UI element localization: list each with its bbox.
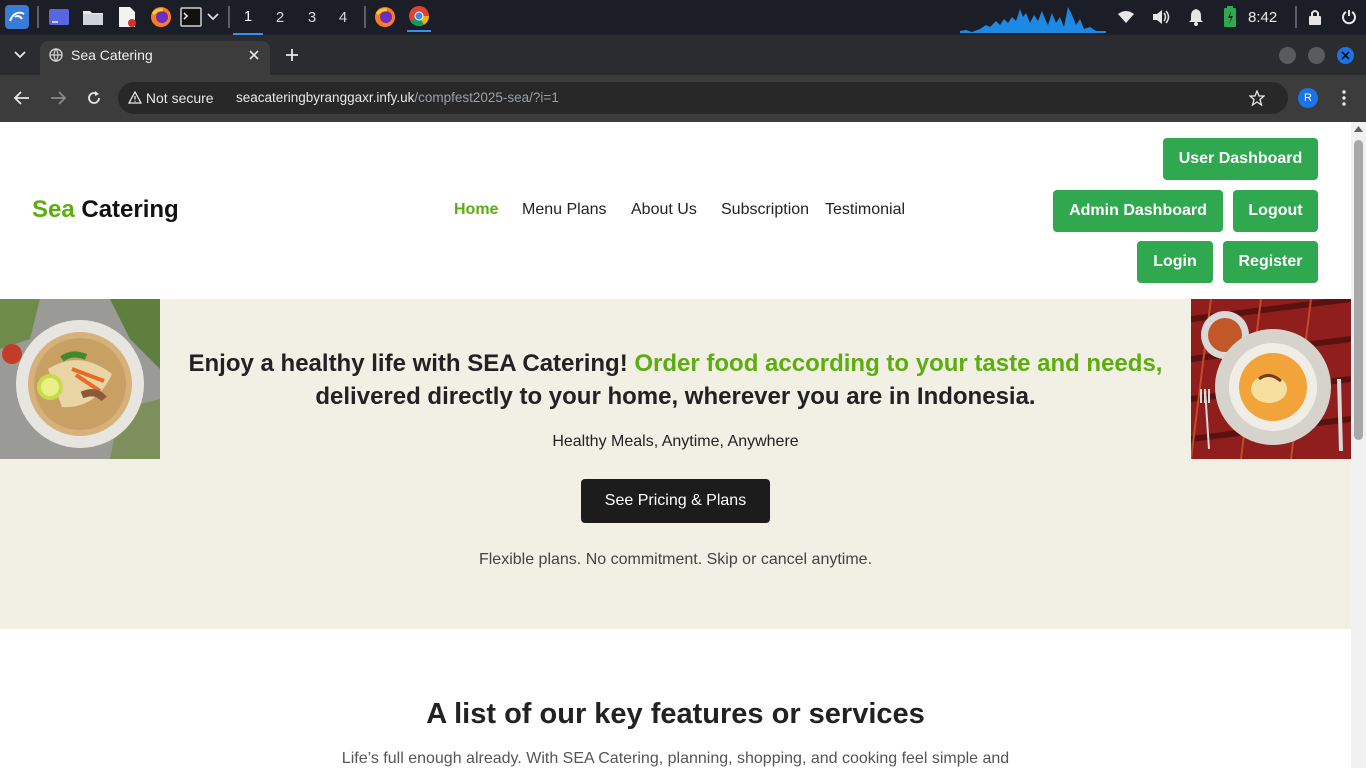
- logout-button[interactable]: Logout: [1233, 190, 1318, 232]
- register-button[interactable]: Register: [1223, 241, 1318, 283]
- new-tab-icon[interactable]: [280, 43, 304, 67]
- bookmark-star-icon[interactable]: [1248, 89, 1266, 111]
- close-window-button[interactable]: [1337, 47, 1354, 64]
- close-icon[interactable]: [248, 48, 260, 66]
- chevron-down-icon[interactable]: [203, 5, 223, 29]
- url-path: /compfest2025-sea/?i=1: [414, 90, 559, 105]
- admin-dashboard-button[interactable]: Admin Dashboard: [1053, 190, 1223, 232]
- see-pricing-plans-button[interactable]: See Pricing & Plans: [581, 479, 770, 523]
- browser-tab-strip: Sea Catering: [0, 35, 1366, 75]
- warning-icon: [127, 90, 143, 104]
- tab-title: Sea Catering: [71, 47, 153, 63]
- terminal-icon[interactable]: [179, 5, 203, 29]
- minimize-button[interactable]: [1279, 47, 1296, 64]
- hero-headline-part1: Enjoy a healthy life with SEA Catering!: [188, 350, 635, 377]
- os-taskbar: 1 2 3 4 8:42: [0, 0, 1366, 35]
- back-icon[interactable]: [10, 86, 34, 110]
- security-label: Not secure: [145, 90, 214, 106]
- page-viewport: Sea Catering Home Menu Plans About Us Su…: [0, 122, 1351, 768]
- brand-accent: Sea: [32, 196, 75, 223]
- reload-icon[interactable]: [82, 86, 106, 110]
- battery-icon: [1218, 5, 1242, 29]
- forward-icon[interactable]: [46, 86, 70, 110]
- hero-subtitle: Healthy Meals, Anytime, Anywhere: [552, 433, 799, 450]
- nav-testimonial[interactable]: Testimonial: [825, 201, 905, 219]
- page-scrollbar[interactable]: [1351, 122, 1366, 768]
- chrome-icon[interactable]: [407, 2, 431, 32]
- login-button[interactable]: Login: [1137, 241, 1213, 283]
- browser-toolbar: Not secure seacateringbyranggaxr.infy.uk…: [0, 75, 1366, 122]
- bell-icon[interactable]: [1184, 5, 1208, 29]
- url-host: seacateringbyranggaxr.infy.uk: [236, 90, 415, 105]
- nav-subscription[interactable]: Subscription: [721, 201, 809, 219]
- nav-home[interactable]: Home: [454, 201, 498, 219]
- maximize-button[interactable]: [1308, 47, 1325, 64]
- kali-menu-icon[interactable]: [5, 5, 29, 29]
- volume-icon[interactable]: [1149, 5, 1173, 29]
- taskbar-separator: [37, 6, 39, 28]
- taskbar-separator: [364, 6, 366, 28]
- nav-about-us[interactable]: About Us: [631, 201, 697, 219]
- file-manager-icon[interactable]: [81, 5, 105, 29]
- tab-search-icon[interactable]: [8, 43, 32, 67]
- taskbar-separator: [228, 6, 230, 28]
- features-description: Life’s full enough already. With SEA Cat…: [341, 750, 1010, 767]
- workspace-2[interactable]: 2: [265, 0, 295, 35]
- security-indicator[interactable]: Not secure: [127, 82, 214, 114]
- firefox-icon[interactable]: [149, 5, 173, 29]
- nav-menu-plans[interactable]: Menu Plans: [522, 201, 607, 219]
- workspace-3[interactable]: 3: [297, 0, 327, 35]
- scroll-up-icon[interactable]: [1354, 126, 1363, 132]
- workspace-4[interactable]: 4: [328, 0, 358, 35]
- wifi-icon[interactable]: [1114, 5, 1138, 29]
- site-logo[interactable]: Sea Catering: [32, 196, 179, 224]
- taskbar-separator: [1295, 6, 1297, 28]
- brand-rest: Catering: [74, 196, 179, 223]
- site-header: Sea Catering Home Menu Plans About Us Su…: [0, 122, 1351, 299]
- firefox-icon[interactable]: [373, 5, 397, 29]
- features-heading: A list of our key features or services: [426, 698, 925, 730]
- power-icon[interactable]: [1337, 5, 1361, 29]
- hero-headline: Enjoy a healthy life with SEA Catering! …: [160, 347, 1191, 413]
- tab-sea-catering[interactable]: Sea Catering: [40, 41, 270, 75]
- globe-icon: [49, 48, 63, 67]
- network-graph: [960, 7, 1106, 33]
- scrollbar-thumb[interactable]: [1354, 140, 1363, 440]
- hero-section: Enjoy a healthy life with SEA Catering! …: [0, 299, 1351, 629]
- address-bar[interactable]: Not secure seacateringbyranggaxr.infy.uk…: [118, 82, 1288, 114]
- profile-avatar[interactable]: R: [1298, 88, 1318, 108]
- hero-note: Flexible plans. No commitment. Skip or c…: [478, 551, 873, 568]
- hero-headline-accent: Order food according to your taste and n…: [634, 350, 1163, 377]
- lock-icon[interactable]: [1303, 5, 1327, 29]
- hero-headline-part2: delivered directly to your home, whereve…: [315, 383, 1036, 410]
- workspace-1[interactable]: 1: [233, 0, 263, 35]
- kebab-menu-icon[interactable]: [1332, 86, 1356, 110]
- user-dashboard-button[interactable]: User Dashboard: [1163, 138, 1318, 180]
- url-text[interactable]: seacateringbyranggaxr.infy.uk/compfest20…: [236, 82, 559, 114]
- clock[interactable]: 8:42: [1248, 0, 1277, 35]
- desktop-icon[interactable]: [47, 5, 71, 29]
- text-editor-icon[interactable]: [115, 5, 139, 29]
